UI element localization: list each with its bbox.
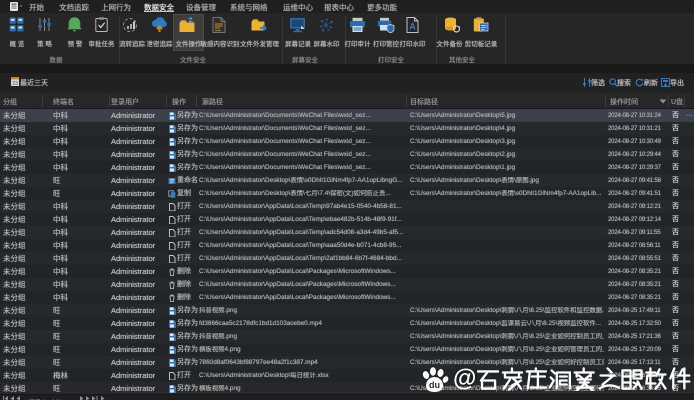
svg-text:du: du — [429, 380, 440, 390]
svg-text:23: 23 — [12, 81, 18, 86]
svg-text:A: A — [409, 22, 416, 32]
